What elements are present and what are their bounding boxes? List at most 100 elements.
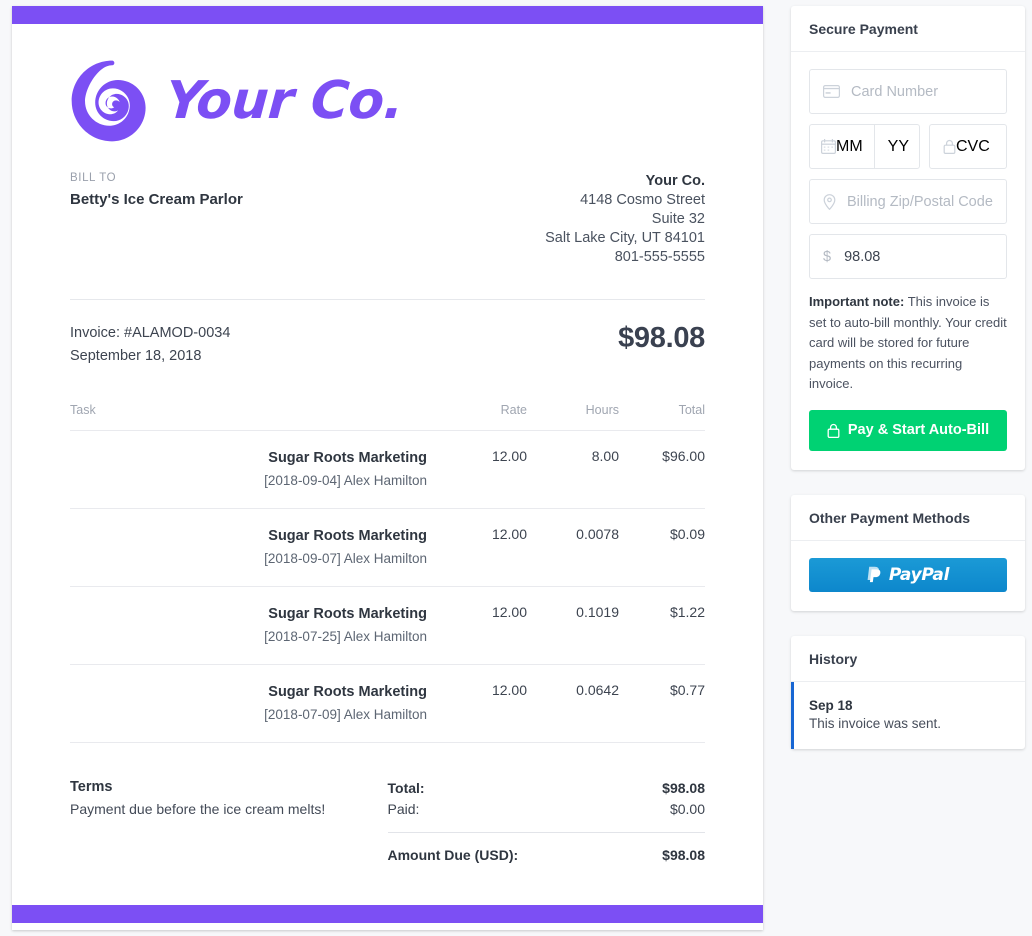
invoice-date: September 18, 2018 (70, 348, 202, 364)
sender-city-state-zip: Salt Lake City, UT 84101 (545, 230, 705, 246)
totals-divider (387, 832, 705, 833)
table-row: Sugar Roots Marketing [2018-09-04] Alex H… (70, 430, 705, 509)
expiry-year-placeholder: YY (887, 137, 909, 155)
col-header-rate: Rate (500, 403, 527, 417)
cell-total: $1.22 (619, 586, 705, 665)
cell-total: $0.09 (619, 508, 705, 587)
table-row: Sugar Roots Marketing [2018-07-25] Alex H… (70, 586, 705, 665)
other-payment-methods-panel: Other Payment Methods PayPal (791, 494, 1025, 611)
important-note: Important note: This invoice is set to a… (809, 292, 1007, 395)
history-title: History (791, 636, 1025, 682)
task-subtitle: [2018-09-04] Alex Hamilton (264, 473, 427, 488)
expiry-input-group[interactable]: MM YY (809, 124, 920, 169)
paypal-logo-icon (867, 566, 881, 582)
cell-task: Sugar Roots Marketing [2018-07-09] Alex H… (70, 664, 427, 743)
invoice-card: Your Co. BILL TO Betty's Ice Cream Parlo… (12, 6, 763, 930)
terms-heading: Terms (70, 779, 113, 795)
task-title: Sugar Roots Marketing (268, 606, 427, 622)
divider (70, 299, 705, 300)
secure-payment-title: Secure Payment (791, 6, 1025, 52)
col-header-task: Task (70, 403, 96, 417)
billing-zip-placeholder: Billing Zip/Postal Code (847, 193, 993, 210)
paid-label: Paid: (387, 801, 420, 817)
invoice-number: Invoice: #ALAMOD-0034 (70, 325, 231, 341)
lock-icon (943, 139, 956, 154)
currency-symbol: $ (823, 248, 832, 265)
top-accent-bar (12, 6, 763, 24)
expiry-month-placeholder: MM (836, 137, 863, 155)
cell-total: $96.00 (619, 430, 705, 509)
expiry-cvc-row: MM YY CVC (809, 124, 1007, 169)
invoice-footer: Terms Payment due before the ice cream m… (70, 779, 705, 867)
payment-amount-value: 98.08 (844, 248, 881, 265)
cell-hours: 0.0078 (527, 508, 619, 587)
total-value: $98.08 (662, 780, 705, 796)
credit-card-icon (823, 85, 840, 98)
totals-block: Total: $98.08 Paid: $0.00 Amount Due (US… (387, 779, 706, 867)
task-subtitle: [2018-07-09] Alex Hamilton (264, 707, 427, 722)
history-panel: History Sep 18 This invoice was sent. (791, 635, 1025, 749)
task-title: Sugar Roots Marketing (268, 684, 427, 700)
cell-hours: 0.0642 (527, 664, 619, 743)
table-row: Sugar Roots Marketing [2018-09-07] Alex H… (70, 508, 705, 587)
payment-amount-input[interactable]: $ 98.08 (809, 234, 1007, 279)
spiral-logo-icon (71, 60, 146, 142)
invoice-amount-headline: $98.08 (618, 322, 705, 354)
history-entry-date: Sep 18 (809, 697, 853, 713)
line-items-body: Sugar Roots Marketing [2018-09-04] Alex H… (70, 430, 705, 743)
cell-hours: 8.00 (527, 430, 619, 509)
card-number-input[interactable]: Card Number (809, 69, 1007, 114)
paid-value: $0.00 (669, 801, 705, 817)
company-logo: Your Co. (70, 24, 705, 142)
sender-street: 4148 Cosmo Street (580, 192, 705, 208)
sender-phone: 801-555-5555 (614, 249, 705, 265)
sender-company: Your Co. (645, 173, 705, 189)
cell-rate: 12.00 (427, 508, 527, 587)
cvc-input[interactable]: CVC (929, 124, 1007, 169)
bill-to-name: Betty's Ice Cream Parlor (70, 191, 243, 208)
paypal-label: PayPal (888, 564, 950, 585)
calendar-icon (821, 139, 836, 154)
table-header-row: Task Rate Hours Total (70, 403, 705, 431)
sender-address: Your Co. 4148 Cosmo Street Suite 32 Salt… (545, 172, 705, 267)
history-entry-text: This invoice was sent. (809, 715, 942, 731)
pay-and-start-auto-bill-button[interactable]: Pay & Start Auto-Bill (809, 409, 1007, 451)
sender-suite: Suite 32 (651, 211, 705, 227)
lock-icon (827, 423, 840, 438)
expiry-year-input[interactable]: YY (873, 125, 922, 168)
cvc-placeholder: CVC (956, 137, 990, 155)
invoice-page: Your Co. BILL TO Betty's Ice Cream Parlo… (0, 0, 1032, 936)
other-payment-methods-title: Other Payment Methods (791, 495, 1025, 541)
task-title: Sugar Roots Marketing (268, 450, 427, 466)
expiry-month-input[interactable]: MM (810, 125, 874, 168)
parties-section: BILL TO Betty's Ice Cream Parlor Your Co… (70, 172, 705, 267)
line-items-header: Task Rate Hours Total (70, 403, 705, 431)
terms-text: Payment due before the ice cream melts! (70, 801, 326, 817)
amount-due-value: $98.08 (662, 847, 705, 863)
cell-rate: 12.00 (427, 586, 527, 665)
cell-rate: 12.00 (427, 664, 527, 743)
billing-zip-input[interactable]: Billing Zip/Postal Code (809, 179, 1007, 224)
terms-block: Terms Payment due before the ice cream m… (70, 779, 388, 867)
history-body: Sep 18 This invoice was sent. (791, 681, 1025, 749)
secure-payment-panel: Secure Payment Card Number MM YY CVC Bil… (791, 6, 1025, 470)
amount-due-row: Amount Due (USD): $98.08 (388, 846, 706, 867)
cell-hours: 0.1019 (527, 586, 619, 665)
task-subtitle: [2018-09-07] Alex Hamilton (264, 551, 427, 566)
other-payment-methods-body: PayPal (791, 541, 1025, 611)
paypal-button[interactable]: PayPal (809, 557, 1007, 592)
secure-payment-body: Card Number MM YY CVC Billing Zip/Postal… (791, 52, 1025, 470)
cell-task: Sugar Roots Marketing [2018-09-07] Alex H… (70, 508, 427, 587)
cell-task: Sugar Roots Marketing [2018-07-25] Alex H… (70, 586, 427, 665)
bill-to-block: BILL TO Betty's Ice Cream Parlor (70, 172, 243, 267)
payment-sidebar: Secure Payment Card Number MM YY CVC Bil… (791, 6, 1025, 774)
important-note-label: Important note: (809, 294, 905, 309)
invoice-meta-left: Invoice: #ALAMOD-0034 September 18, 2018 (70, 322, 230, 368)
col-header-total: Total (678, 403, 705, 417)
invoice-meta: Invoice: #ALAMOD-0034 September 18, 2018… (70, 322, 705, 368)
amount-due-label: Amount Due (USD): (387, 847, 519, 863)
task-title: Sugar Roots Marketing (268, 528, 427, 544)
table-row: Sugar Roots Marketing [2018-07-09] Alex H… (70, 664, 705, 743)
total-row: Total: $98.08 (388, 779, 706, 800)
history-entry: Sep 18 This invoice was sent. (791, 681, 1025, 749)
